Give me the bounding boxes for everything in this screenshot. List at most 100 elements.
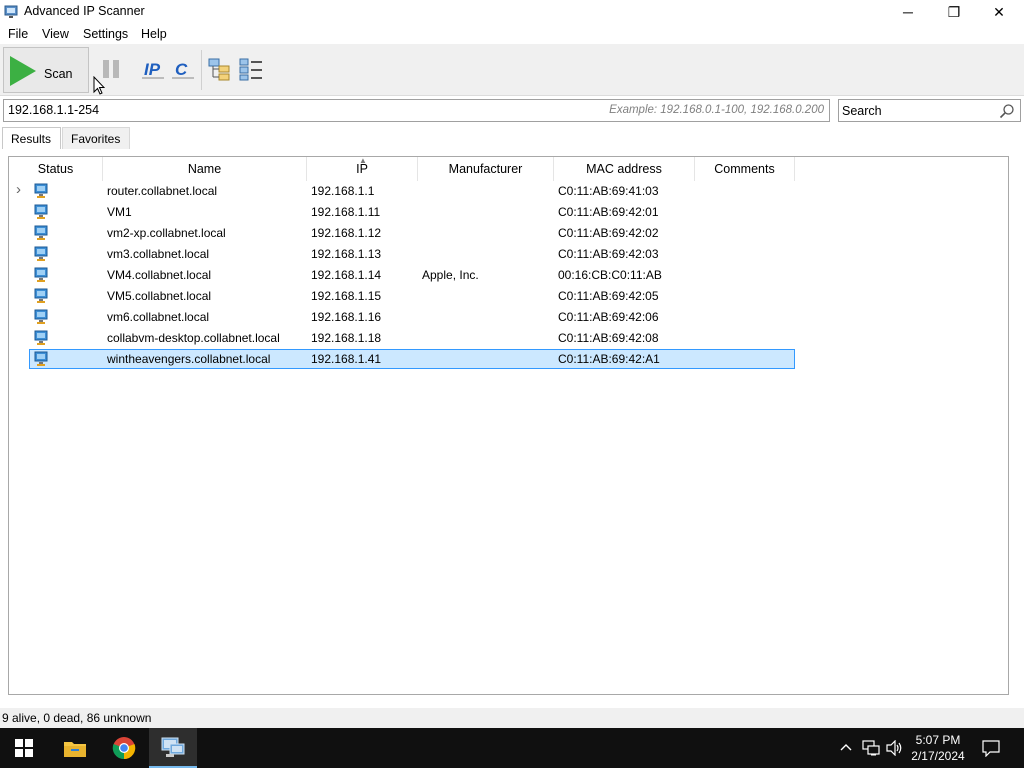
- cell-manufacturer: Apple, Inc.: [422, 268, 479, 282]
- scan-summary: 9 alive, 0 dead, 86 unknown: [2, 711, 152, 725]
- ip-scanner-icon: [161, 737, 185, 757]
- table-header: Status Name ▲ IP Manufacturer MAC addres…: [9, 156, 1008, 181]
- ip-icon[interactable]: IP: [140, 56, 166, 82]
- cell-ip: 192.168.1.41: [311, 352, 382, 366]
- toolbar: Scan IP C: [0, 44, 1024, 96]
- c-icon[interactable]: C: [170, 56, 196, 82]
- table-row[interactable]: wintheavengers.collabnet.local 192.168.1.…: [9, 349, 1008, 370]
- cell-mac: 00:16:CB:C0:11:AB: [558, 268, 662, 282]
- table-row[interactable]: VM1 192.168.1.11 C0:11:AB:69:42:01: [9, 202, 1008, 223]
- play-icon: [10, 56, 36, 86]
- computer-alive-icon: [34, 225, 48, 240]
- table-row[interactable]: VM5.collabnet.local 192.168.1.15 C0:11:AB:…: [9, 286, 1008, 307]
- computer-alive-icon: [34, 267, 48, 282]
- table-row[interactable]: › router.collabnet.local 192.168.1.1 C0:11:…: [9, 181, 1008, 202]
- cell-name: vm3.collabnet.local: [107, 247, 210, 261]
- tab-favorites[interactable]: Favorites: [62, 127, 130, 149]
- column-comments[interactable]: Comments: [695, 157, 795, 181]
- ip-range-example: Example: 192.168.0.1-100, 192.168.0.200: [609, 104, 824, 116]
- clock-date: 2/17/2024: [911, 749, 965, 763]
- sort-ascending-icon: ▲: [359, 156, 367, 165]
- clock[interactable]: 5:07 PM 2/17/2024: [905, 732, 971, 764]
- cell-name: router.collabnet.local: [107, 184, 218, 198]
- cell-ip: 192.168.1.1: [311, 184, 375, 198]
- cell-name: wintheavengers.collabnet.local: [107, 352, 271, 366]
- svg-text:C: C: [175, 60, 188, 79]
- table-row[interactable]: vm3.collabnet.local 192.168.1.13 C0:11:AB:…: [9, 244, 1008, 265]
- menu-bar: File View Settings Help: [0, 24, 1024, 44]
- table-row[interactable]: vm6.collabnet.local 192.168.1.16 C0:11:AB:…: [9, 307, 1008, 328]
- expand-all-icon[interactable]: [207, 56, 233, 82]
- column-name[interactable]: Name: [103, 157, 307, 181]
- table-row[interactable]: collabvm-desktop.collabnet.local 192.168.…: [9, 328, 1008, 349]
- cell-name: vm6.collabnet.local: [107, 310, 210, 324]
- cell-mac: C0:11:AB:69:42:05: [558, 289, 659, 303]
- computer-alive-icon: [34, 246, 48, 261]
- window-title: Advanced IP Scanner: [24, 4, 145, 18]
- computer-alive-icon: [34, 309, 48, 324]
- cell-name: collabvm-desktop.collabnet.local: [107, 331, 280, 345]
- column-status[interactable]: Status: [9, 157, 103, 181]
- restore-button[interactable]: ❐: [931, 0, 977, 24]
- computer-alive-icon: [34, 183, 48, 198]
- taskbar-file-explorer[interactable]: [51, 728, 99, 768]
- chrome-icon: [112, 737, 136, 760]
- cell-ip: 192.168.1.13: [311, 247, 382, 261]
- start-icon: [15, 739, 33, 757]
- cell-name: vm2-xp.collabnet.local: [107, 226, 226, 240]
- clock-time: 5:07 PM: [915, 733, 961, 747]
- expand-row-icon[interactable]: ›: [16, 181, 21, 198]
- close-button[interactable]: ✕: [976, 0, 1022, 24]
- minimize-button[interactable]: ─: [885, 0, 931, 24]
- cell-ip: 192.168.1.15: [311, 289, 382, 303]
- cell-ip: 192.168.1.14: [311, 268, 382, 282]
- file-explorer-icon: [64, 742, 86, 757]
- svg-text:IP: IP: [144, 60, 161, 79]
- network-icon[interactable]: [862, 740, 880, 756]
- notifications-icon[interactable]: [982, 739, 1000, 757]
- cell-ip: 192.168.1.12: [311, 226, 382, 240]
- collapse-all-icon[interactable]: [238, 56, 264, 82]
- cell-name: VM5.collabnet.local: [107, 289, 212, 303]
- taskbar-ip-scanner[interactable]: [149, 728, 197, 768]
- search-input[interactable]: Search: [838, 99, 1021, 122]
- cell-mac: C0:11:AB:69:41:03: [558, 184, 659, 198]
- computer-alive-icon: [34, 204, 48, 219]
- search-placeholder: Search: [842, 104, 882, 118]
- menu-file[interactable]: File: [8, 27, 28, 41]
- tab-results[interactable]: Results: [2, 127, 61, 149]
- computer-alive-icon: [34, 351, 48, 366]
- volume-icon[interactable]: [886, 740, 904, 756]
- cell-ip: 192.168.1.11: [311, 205, 381, 219]
- toolbar-separator: [201, 50, 202, 90]
- cell-mac: C0:11:AB:69:42:08: [558, 331, 659, 345]
- menu-view[interactable]: View: [42, 27, 69, 41]
- mouse-cursor-icon: [93, 76, 105, 95]
- column-ip[interactable]: ▲ IP: [307, 156, 418, 181]
- cell-ip: 192.168.1.18: [311, 331, 382, 345]
- column-mac[interactable]: MAC address: [554, 157, 695, 181]
- status-bar: 9 alive, 0 dead, 86 unknown: [0, 708, 1024, 728]
- menu-settings[interactable]: Settings: [83, 27, 128, 41]
- computer-alive-icon: [34, 288, 48, 303]
- cell-name: VM4.collabnet.local: [107, 268, 212, 282]
- cell-mac: C0:11:AB:69:42:02: [558, 226, 659, 240]
- title-bar: Advanced IP Scanner ─ ❐ ✕: [0, 0, 1024, 24]
- column-manufacturer[interactable]: Manufacturer: [418, 157, 554, 181]
- search-icon[interactable]: [999, 103, 1015, 119]
- results-table: Status Name ▲ IP Manufacturer MAC addres…: [8, 156, 1009, 695]
- chevron-up-icon[interactable]: [840, 742, 852, 752]
- taskbar-chrome[interactable]: [100, 728, 148, 768]
- cell-ip: 192.168.1.16: [311, 310, 382, 324]
- table-row[interactable]: VM4.collabnet.local 192.168.1.14 Apple, In…: [9, 265, 1008, 286]
- computer-alive-icon: [34, 330, 48, 345]
- cell-name: VM1: [107, 205, 132, 219]
- start-button[interactable]: [0, 728, 48, 768]
- menu-help[interactable]: Help: [141, 27, 167, 41]
- cell-mac: C0:11:AB:69:42:06: [558, 310, 659, 324]
- app-icon: [4, 5, 18, 18]
- scan-button[interactable]: Scan: [3, 47, 89, 93]
- cell-mac: C0:11:AB:69:42:03: [558, 247, 659, 261]
- table-row[interactable]: vm2-xp.collabnet.local 192.168.1.12 C0:11:…: [9, 223, 1008, 244]
- cell-mac: C0:11:AB:69:42:A1: [558, 352, 660, 366]
